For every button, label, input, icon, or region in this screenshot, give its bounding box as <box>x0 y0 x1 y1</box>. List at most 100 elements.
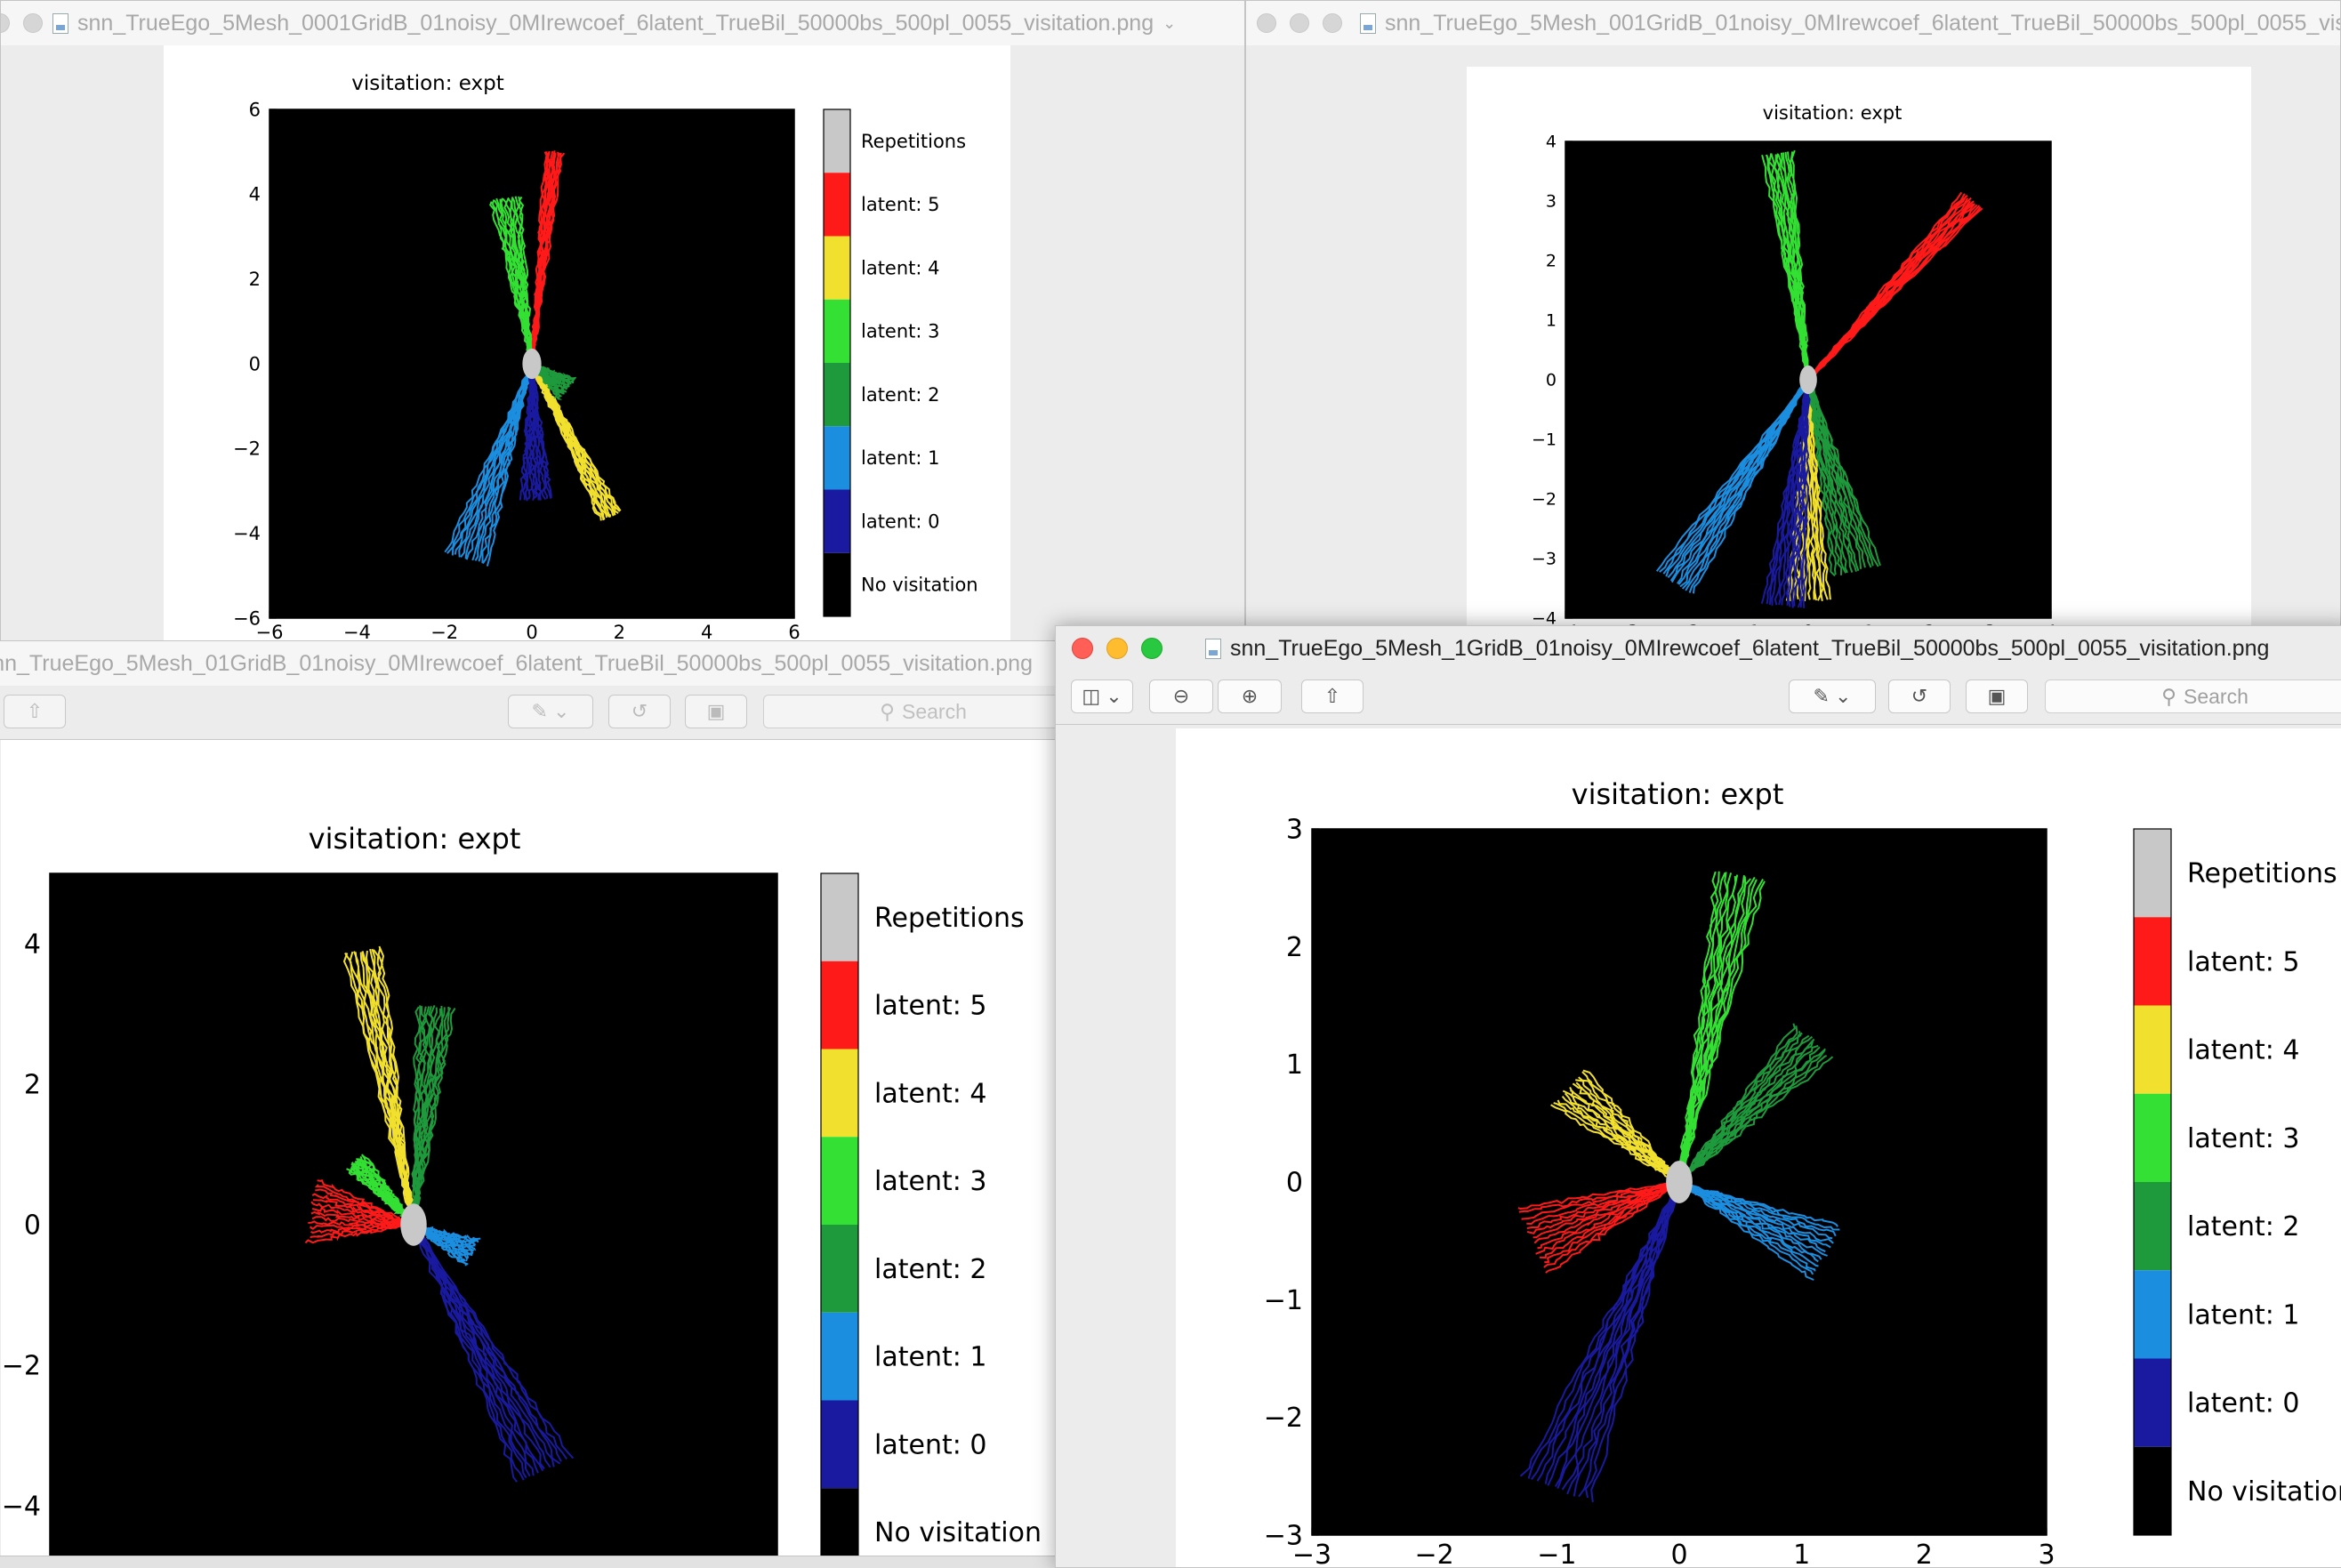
preview-window-2[interactable]: snn_TrueEgo_5Mesh_001GridB_01noisy_0MIre… <box>1245 0 2341 640</box>
colorbar-swatch <box>824 173 850 237</box>
colorbar-swatch <box>821 1049 858 1138</box>
colorbar-label: No visitation <box>874 1517 1042 1548</box>
colorbar-label: latent: 4 <box>2187 1035 2299 1066</box>
colorbar-swatch <box>821 961 858 1049</box>
zoom-in-button[interactable]: ⊕ <box>1218 679 1282 713</box>
colorbar-label: latent: 0 <box>2187 1388 2299 1419</box>
y-tick-label: −3 <box>1532 550 1557 569</box>
y-tick-label: 4 <box>24 929 41 961</box>
y-tick-label: 4 <box>1546 133 1557 152</box>
y-tick-label: 0 <box>1546 371 1557 390</box>
markup-button[interactable]: ✎ ⌄ <box>508 695 593 728</box>
y-tick-label: 1 <box>1546 311 1557 331</box>
minimize-button[interactable] <box>1290 13 1309 33</box>
share-button[interactable]: ⇧ <box>1301 679 1364 713</box>
colorbar-label: latent: 2 <box>874 1254 986 1285</box>
document-page: visitation: expt−4−3−2−10123443210−1−2−3… <box>1467 67 2251 639</box>
share-icon: ⇧ <box>26 700 44 722</box>
y-tick-label: 4 <box>249 184 261 205</box>
figure: visitation: expt−4−3−2−10123443210−1−2−3… <box>1467 67 2251 639</box>
colorbar-swatch <box>824 552 850 616</box>
document-icon <box>52 12 68 34</box>
colorbar-swatch <box>821 1312 858 1401</box>
markup-icon: ✎ ⌄ <box>1813 685 1852 707</box>
preview-window-1[interactable]: snn_TrueEgo_5Mesh_0001GridB_01noisy_0MIr… <box>0 0 1245 649</box>
y-tick-label: 3 <box>1546 192 1557 212</box>
preview-window-3[interactable]: snn_TrueEgo_5Mesh_01GridB_01noisy_0MIrew… <box>0 640 1067 1556</box>
toolbox-button[interactable]: ▣ <box>685 695 747 728</box>
window-title: snn_TrueEgo_5Mesh_1GridB_01noisy_0MIrewc… <box>1230 635 2270 661</box>
colorbar-swatch <box>2134 917 2171 1006</box>
figure: visitation: expt−4−2024420−2−4Repetition… <box>1 740 1066 1556</box>
toolbox-icon: ▣ <box>706 700 726 722</box>
search-placeholder: Search <box>2183 684 2248 708</box>
visitation-chart: visitation: expt−4−2024420−2−4Repetition… <box>2 822 1042 1556</box>
colorbar-swatch <box>824 299 850 363</box>
colorbar-label: latent: 3 <box>2187 1123 2299 1154</box>
share-button[interactable]: ⇧ <box>4 695 66 728</box>
window-1-titlebar[interactable]: snn_TrueEgo_5Mesh_0001GridB_01noisy_0MIr… <box>1 1 1244 45</box>
document-icon <box>1360 12 1376 34</box>
y-tick-label: 3 <box>1286 815 1303 846</box>
colorbar-swatch <box>824 489 850 553</box>
window-4-titlebar[interactable]: snn_TrueEgo_5Mesh_1GridB_01noisy_0MIrewc… <box>1056 626 2341 671</box>
colorbar-label: No visitation <box>861 575 978 596</box>
close-button[interactable] <box>1257 13 1276 33</box>
colorbar-label: latent: 0 <box>861 511 940 532</box>
rotate-icon: ↺ <box>631 700 648 722</box>
colorbar-swatch <box>2134 1270 2171 1359</box>
minimize-button[interactable] <box>1106 638 1128 659</box>
zoom-button[interactable] <box>1141 638 1162 659</box>
x-tick-label: 3 <box>2038 1540 2055 1568</box>
colorbar-swatch <box>2134 1358 2171 1447</box>
search-icon: ⚲ <box>2161 684 2176 708</box>
y-tick-label: −2 <box>233 438 261 460</box>
colorbar-label: latent: 3 <box>874 1166 986 1197</box>
y-tick-label: −4 <box>2 1492 41 1523</box>
y-tick-label: −4 <box>233 523 261 544</box>
colorbar-legend: Repetitions latent: 5 latent: 4 latent: 3 la… <box>823 109 978 617</box>
zoom-out-button[interactable]: ⊖ <box>1149 679 1213 713</box>
window-3-titlebar[interactable]: snn_TrueEgo_5Mesh_01GridB_01noisy_0MIrew… <box>0 641 1066 686</box>
search-field[interactable]: ⚲ Search <box>763 695 1066 728</box>
rotate-icon: ↺ <box>1911 685 1928 707</box>
window-2-titlebar[interactable]: snn_TrueEgo_5Mesh_001GridB_01noisy_0MIre… <box>1246 1 2340 45</box>
y-tick-label: −1 <box>1532 430 1557 450</box>
colorbar-swatch <box>824 236 850 300</box>
rotate-button[interactable]: ↺ <box>608 695 671 728</box>
close-button[interactable] <box>1 13 10 33</box>
close-button[interactable] <box>1072 638 1093 659</box>
document-page: visitation: expt −3 −2 −1 0 1 2 3 3 2 1 0 −1 −2 −3 Repe… <box>1176 728 2341 1568</box>
window-title: snn_TrueEgo_5Mesh_001GridB_01noisy_0MIre… <box>1385 10 2340 36</box>
toolbox-button[interactable]: ▣ <box>1966 679 2028 713</box>
colorbar-legend: Repetitions latent: 5 latent: 4 latent: 3 la… <box>820 872 1042 1556</box>
window-3-toolbar: ⇧ ✎ ⌄ ↺ ▣ ⚲ Search <box>0 686 1066 740</box>
chart-title: visitation: expt <box>1763 102 1903 124</box>
visitation-chart: visitation: expt−3 −2 −1 0 1 2 33210−1−2−3Repe… <box>1264 777 2341 1568</box>
y-tick-label: 1 <box>1286 1049 1303 1081</box>
toolbox-icon: ▣ <box>1987 685 2007 707</box>
y-tick-label: 2 <box>249 269 261 290</box>
y-tick-label: 0 <box>24 1210 41 1242</box>
repetitions-region <box>522 348 542 380</box>
minimize-button[interactable] <box>23 13 43 33</box>
x-tick-label: 1 <box>1793 1540 1810 1568</box>
y-tick-label: 6 <box>249 99 261 120</box>
window-title: snn_TrueEgo_5Mesh_0001GridB_01noisy_0MIr… <box>77 10 1154 36</box>
colorbar-label: latent: 2 <box>861 384 940 406</box>
markup-button[interactable]: ✎ ⌄ <box>1789 679 1876 713</box>
colorbar-swatch <box>821 1488 858 1556</box>
colorbar-label: Repetitions <box>874 903 1025 934</box>
chevron-down-icon[interactable]: ⌄ <box>1162 14 1176 33</box>
preview-window-4[interactable]: snn_TrueEgo_5Mesh_1GridB_01noisy_0MIrewc… <box>1055 625 2341 1568</box>
y-tick-label: 0 <box>1286 1168 1303 1199</box>
colorbar-label: latent: 5 <box>2187 946 2299 977</box>
rotate-button[interactable]: ↺ <box>1888 679 1951 713</box>
search-field[interactable]: ⚲ Search <box>2045 679 2341 713</box>
colorbar-label: latent: 5 <box>874 991 986 1022</box>
zoom-in-icon: ⊕ <box>1241 685 1259 707</box>
sidebar-button[interactable]: ◫ ⌄ <box>1071 679 1133 713</box>
zoom-button[interactable] <box>1323 13 1342 33</box>
colorbar-label: Repetitions <box>2187 858 2337 889</box>
window-title: snn_TrueEgo_5Mesh_01GridB_01noisy_0MIrew… <box>0 650 1033 676</box>
